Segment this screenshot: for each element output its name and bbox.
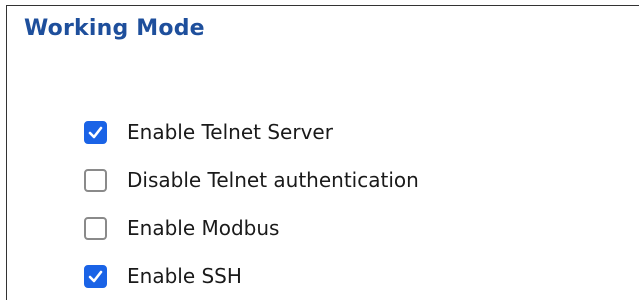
option-enable-modbus[interactable]: Enable Modbus bbox=[84, 204, 419, 252]
disable-telnet-authentication-label: Disable Telnet authentication bbox=[127, 168, 419, 192]
enable-modbus-checkbox[interactable] bbox=[84, 216, 107, 240]
checkmark-icon bbox=[88, 270, 103, 282]
enable-telnet-server-checkbox[interactable] bbox=[84, 120, 107, 144]
section-title: Working Mode bbox=[24, 16, 205, 41]
options-list: Enable Telnet Server Disable Telnet auth… bbox=[84, 108, 419, 300]
enable-modbus-label: Enable Modbus bbox=[127, 216, 280, 240]
working-mode-panel: Working Mode Enable Telnet Server Disabl… bbox=[6, 5, 639, 300]
checkmark-icon bbox=[88, 126, 103, 138]
enable-ssh-label: Enable SSH bbox=[127, 264, 242, 288]
option-enable-ssh[interactable]: Enable SSH bbox=[84, 252, 419, 300]
enable-telnet-server-label: Enable Telnet Server bbox=[127, 120, 333, 144]
option-enable-telnet-server[interactable]: Enable Telnet Server bbox=[84, 108, 419, 156]
disable-telnet-authentication-checkbox[interactable] bbox=[84, 168, 107, 192]
option-disable-telnet-authentication[interactable]: Disable Telnet authentication bbox=[84, 156, 419, 204]
enable-ssh-checkbox[interactable] bbox=[84, 264, 107, 288]
